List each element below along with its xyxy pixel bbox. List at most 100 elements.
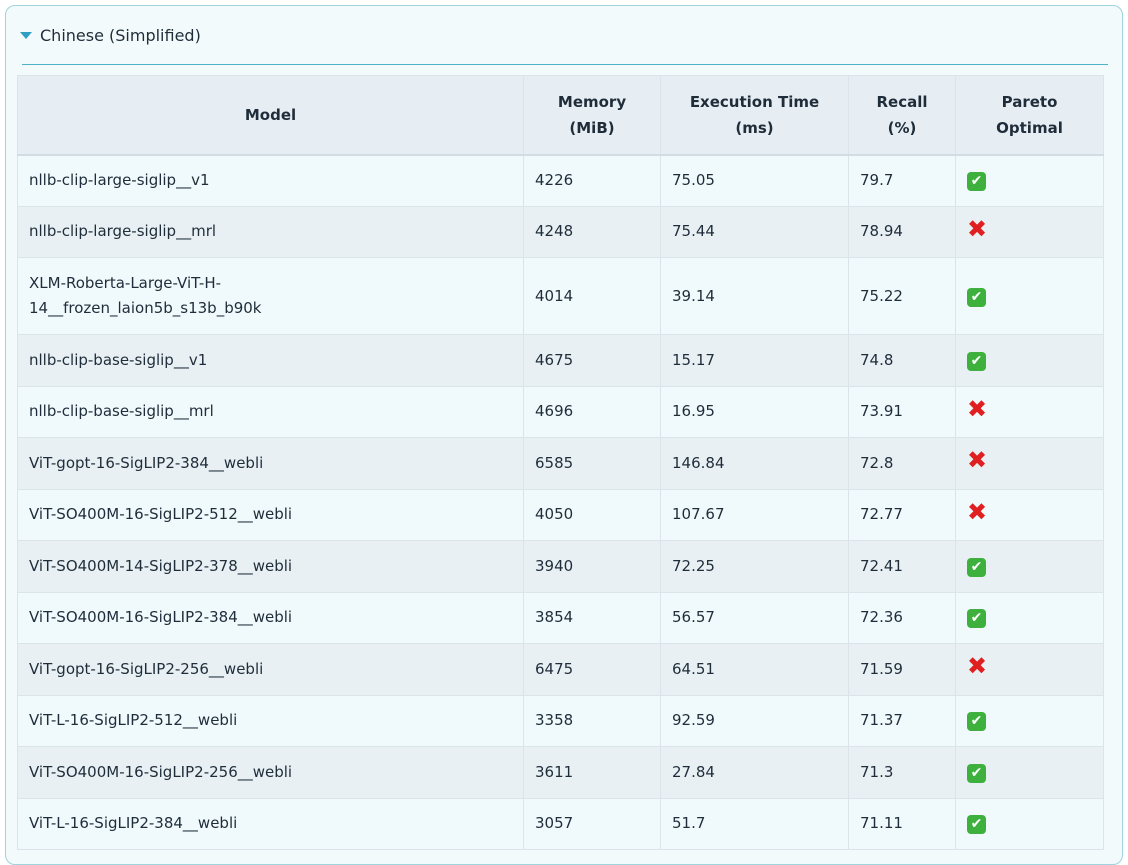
cell-model: ViT-gopt-16-SigLIP2-256__webli <box>17 643 524 696</box>
table-row: nllb-clip-base-siglip__v1 4675 15.17 74.… <box>17 334 1104 387</box>
cell-memory: 6585 <box>523 437 661 490</box>
cell-recall: 72.41 <box>848 540 956 593</box>
cell-model: ViT-SO400M-14-SigLIP2-378__webli <box>17 540 524 593</box>
cell-pareto: ✔ <box>955 334 1104 387</box>
check-mark-icon: ✔ <box>967 609 986 629</box>
check-mark-icon: ✔ <box>967 712 986 732</box>
cell-model: nllb-clip-large-siglip__v1 <box>17 154 524 207</box>
cell-execution-time: 15.17 <box>660 334 849 387</box>
cell-recall: 71.59 <box>848 643 956 696</box>
cell-recall: 71.3 <box>848 746 956 799</box>
cell-model: ViT-L-16-SigLIP2-512__webli <box>17 694 524 747</box>
cross-mark-icon: ✖ <box>967 446 988 475</box>
cell-recall: 73.91 <box>848 385 956 438</box>
cell-pareto: ✔ <box>955 540 1104 593</box>
cell-memory: 4696 <box>523 385 661 438</box>
cell-execution-time: 75.44 <box>660 205 849 258</box>
table-row: ViT-L-16-SigLIP2-384__webli 3057 51.7 71… <box>17 797 1104 850</box>
cell-model: nllb-clip-large-siglip__mrl <box>17 205 524 258</box>
cell-memory: 6475 <box>523 643 661 696</box>
cell-model: ViT-SO400M-16-SigLIP2-512__webli <box>17 488 524 541</box>
cell-pareto: ✖ <box>955 205 1104 258</box>
cell-pareto: ✖ <box>955 437 1104 490</box>
triangle-down-icon <box>20 32 32 39</box>
cell-recall: 72.8 <box>848 437 956 490</box>
table-header-row: Model Memory (MiB) Execution Time (ms) Rec… <box>17 75 1104 156</box>
cell-model: nllb-clip-base-siglip__v1 <box>17 334 524 387</box>
cell-memory: 4014 <box>523 257 661 335</box>
cell-recall: 71.11 <box>848 797 956 850</box>
table-row: ViT-SO400M-14-SigLIP2-378__webli 3940 72… <box>17 540 1104 593</box>
table-row: ViT-SO400M-16-SigLIP2-384__webli 3854 56… <box>17 591 1104 644</box>
header-pareto-optimal[interactable]: Pareto Optimal <box>955 75 1104 156</box>
cell-execution-time: 51.7 <box>660 797 849 850</box>
table-row: ViT-gopt-16-SigLIP2-256__webli 6475 64.5… <box>17 643 1104 696</box>
cell-pareto: ✔ <box>955 746 1104 799</box>
cell-execution-time: 56.57 <box>660 591 849 644</box>
table-row: ViT-gopt-16-SigLIP2-384__webli 6585 146.… <box>17 437 1104 490</box>
cell-model: ViT-SO400M-16-SigLIP2-256__webli <box>17 746 524 799</box>
cross-mark-icon: ✖ <box>967 497 988 526</box>
header-execution-time[interactable]: Execution Time (ms) <box>660 75 849 156</box>
results-table: Model Memory (MiB) Execution Time (ms) Rec… <box>17 75 1104 850</box>
cell-execution-time: 75.05 <box>660 154 849 207</box>
table-row: ViT-SO400M-16-SigLIP2-512__webli 4050 10… <box>17 488 1104 541</box>
cell-pareto: ✖ <box>955 488 1104 541</box>
cell-pareto: ✔ <box>955 694 1104 747</box>
cell-recall: 72.36 <box>848 591 956 644</box>
cell-execution-time: 92.59 <box>660 694 849 747</box>
cell-execution-time: 27.84 <box>660 746 849 799</box>
cell-memory: 3358 <box>523 694 661 747</box>
cell-memory: 4226 <box>523 154 661 207</box>
check-mark-icon: ✔ <box>967 763 986 783</box>
cell-pareto: ✔ <box>955 154 1104 207</box>
check-mark-icon: ✔ <box>967 287 986 307</box>
cell-pareto: ✖ <box>955 643 1104 696</box>
cell-recall: 75.22 <box>848 257 956 335</box>
header-recall[interactable]: Recall (%) <box>848 75 956 156</box>
cell-memory: 4675 <box>523 334 661 387</box>
cell-recall: 72.77 <box>848 488 956 541</box>
table-row: XLM-Roberta-Large-ViT-H- 14__frozen_laion… <box>17 257 1104 335</box>
cross-mark-icon: ✖ <box>967 214 988 243</box>
cell-model: ViT-gopt-16-SigLIP2-384__webli <box>17 437 524 490</box>
cell-model: ViT-SO400M-16-SigLIP2-384__webli <box>17 591 524 644</box>
cell-model: nllb-clip-base-siglip__mrl <box>17 385 524 438</box>
table-row: nllb-clip-large-siglip__mrl 4248 75.44 7… <box>17 205 1104 258</box>
cross-mark-icon: ✖ <box>967 652 988 681</box>
table-row: ViT-SO400M-16-SigLIP2-256__webli 3611 27… <box>17 746 1104 799</box>
cell-pareto: ✔ <box>955 591 1104 644</box>
section-divider <box>22 64 1108 65</box>
section-title: Chinese (Simplified) <box>40 25 201 45</box>
check-mark-icon: ✔ <box>967 815 986 835</box>
section-toggle[interactable]: Chinese (Simplified) <box>20 23 201 47</box>
cell-execution-time: 146.84 <box>660 437 849 490</box>
cell-execution-time: 107.67 <box>660 488 849 541</box>
check-mark-icon: ✔ <box>967 172 986 191</box>
cell-memory: 3940 <box>523 540 661 593</box>
cell-model: ViT-L-16-SigLIP2-384__webli <box>17 797 524 850</box>
table-row: ViT-L-16-SigLIP2-512__webli 3358 92.59 7… <box>17 694 1104 747</box>
cell-pareto: ✖ <box>955 385 1104 438</box>
cell-model: XLM-Roberta-Large-ViT-H- 14__frozen_laion… <box>17 257 524 335</box>
cell-execution-time: 64.51 <box>660 643 849 696</box>
cell-recall: 78.94 <box>848 205 956 258</box>
cell-execution-time: 39.14 <box>660 257 849 335</box>
cell-execution-time: 16.95 <box>660 385 849 438</box>
cell-execution-time: 72.25 <box>660 540 849 593</box>
check-mark-icon: ✔ <box>967 351 986 371</box>
header-memory[interactable]: Memory (MiB) <box>523 75 661 156</box>
header-model[interactable]: Model <box>17 75 524 156</box>
cell-memory: 3057 <box>523 797 661 850</box>
cell-recall: 71.37 <box>848 694 956 747</box>
cell-recall: 79.7 <box>848 154 956 207</box>
cell-memory: 3854 <box>523 591 661 644</box>
check-mark-icon: ✔ <box>967 557 986 577</box>
cell-recall: 74.8 <box>848 334 956 387</box>
cell-pareto: ✔ <box>955 257 1104 335</box>
cell-memory: 4248 <box>523 205 661 258</box>
table-row: nllb-clip-large-siglip__v1 4226 75.05 79… <box>17 154 1104 207</box>
cell-pareto: ✔ <box>955 797 1104 850</box>
cross-mark-icon: ✖ <box>967 394 988 423</box>
cell-memory: 3611 <box>523 746 661 799</box>
